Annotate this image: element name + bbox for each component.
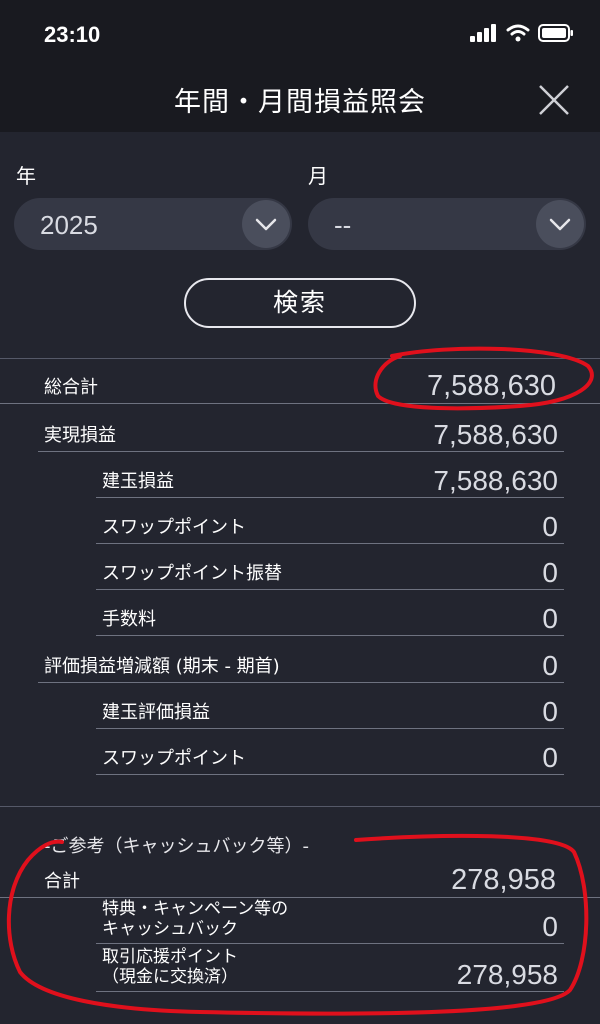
summary-row-value: 0 (542, 650, 558, 681)
divider (0, 806, 600, 807)
reference-row-label-line1: 取引応援ポイント (102, 947, 238, 967)
reference-total-row: 合計 278,958 (0, 852, 600, 898)
summary-row-label: 建玉損益 (102, 471, 174, 492)
status-icons (470, 24, 574, 42)
wifi-icon (506, 24, 530, 42)
year-label: 年 (16, 164, 36, 188)
summary-row-label: スワップポイント (102, 748, 246, 769)
summary-row-value: 7,588,630 (433, 465, 558, 496)
summary-row-value: 0 (542, 696, 558, 727)
summary-row: 手数料 0 (96, 590, 564, 636)
reference-row: 特典・キャンペーン等の キャッシュバック 0 (96, 898, 564, 944)
reference-row-label: 取引応援ポイント （現金に交換済） (102, 947, 238, 987)
summary-row: 実現損益 7,588,630 (38, 406, 564, 452)
summary-row: 建玉損益 7,588,630 (96, 452, 564, 498)
summary-row-label: 評価損益増減額 (期末 - 期首) (44, 656, 280, 677)
summary-row-value: 0 (542, 742, 558, 773)
battery-icon (538, 24, 573, 42)
summary-row: 建玉評価損益 0 (96, 683, 564, 729)
reference-row-label-line1: 特典・キャンペーン等の (102, 899, 289, 919)
signal-icon (470, 24, 496, 42)
chevron-down-icon[interactable] (242, 200, 290, 248)
summary-row: スワップポイント 0 (96, 498, 564, 544)
reference-total-label: 合計 (44, 871, 80, 892)
summary-row-label: スワップポイント (102, 517, 246, 538)
summary-row-value: 7,588,630 (433, 419, 558, 450)
reference-row-value: 0 (542, 911, 558, 942)
title-bar: 年間・月間損益照会 (0, 70, 600, 132)
summary-row-label: 手数料 (102, 609, 156, 630)
reference-row-label: 特典・キャンペーン等の キャッシュバック (102, 899, 288, 939)
reference-row-label-line2: （現金に交換済） (102, 967, 238, 987)
year-value: 2025 (40, 210, 98, 240)
month-label: 月 (308, 164, 328, 188)
reference-row-label-line2: キャッシュバック (102, 919, 238, 939)
summary-row: スワップポイント 0 (96, 729, 564, 775)
status-bar: 23:10 (0, 0, 600, 70)
grand-total-value: 7,588,630 (426, 370, 556, 402)
summary-row: スワップポイント振替 0 (96, 544, 564, 590)
search-button[interactable]: 検索 (184, 278, 416, 328)
grand-total-label: 総合計 (44, 377, 98, 398)
summary-row-value: 0 (542, 557, 558, 588)
grand-total-row: 総合計 7,588,630 (0, 358, 600, 404)
summary-row-label: 建玉評価損益 (102, 702, 210, 723)
reference-row-value: 278,958 (456, 959, 558, 990)
chevron-down-icon[interactable] (536, 200, 584, 248)
year-select[interactable]: 2025 (14, 198, 292, 250)
summary-row-label: 実現損益 (44, 425, 116, 446)
reference-row: 取引応援ポイント （現金に交換済） 278,958 (96, 944, 564, 992)
close-icon[interactable] (536, 82, 572, 118)
summary-row-value: 0 (542, 603, 558, 634)
summary-row: 評価損益増減額 (期末 - 期首) 0 (38, 637, 564, 683)
status-time: 23:10 (44, 22, 101, 47)
summary-row-label: スワップポイント振替 (102, 563, 282, 584)
summary-row-value: 0 (542, 511, 558, 542)
page-title: 年間・月間損益照会 (174, 87, 426, 118)
month-value: -- (334, 210, 352, 240)
month-select[interactable]: -- (308, 198, 586, 250)
reference-total-value: 278,958 (451, 864, 556, 896)
